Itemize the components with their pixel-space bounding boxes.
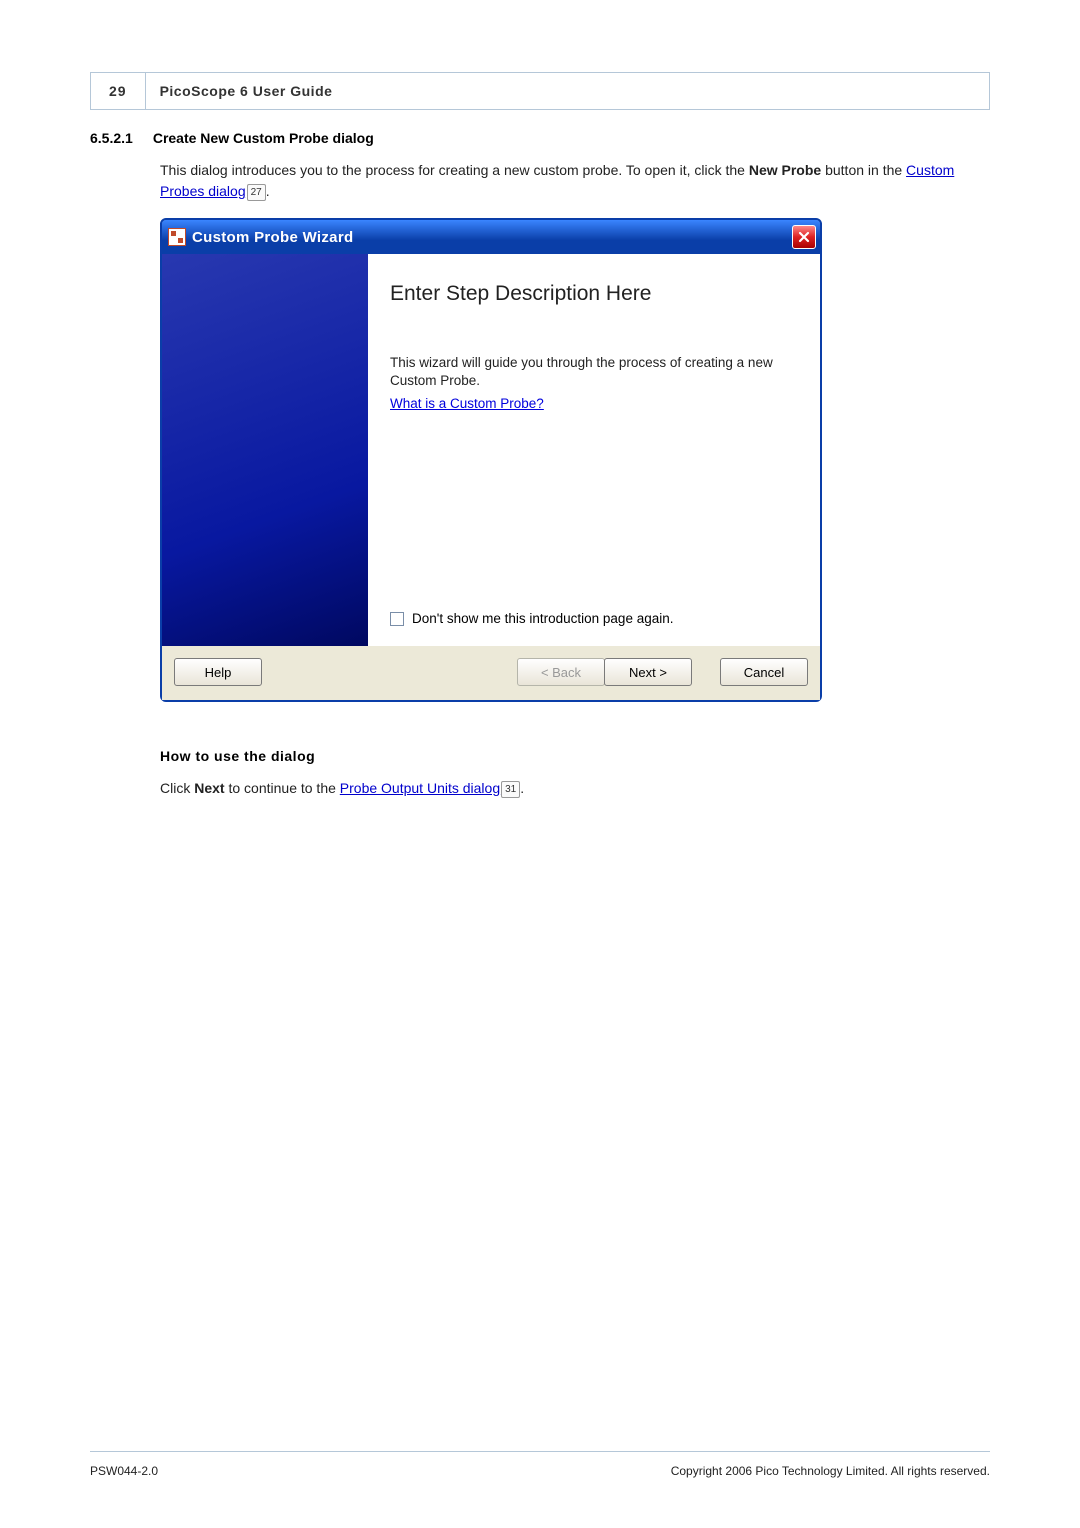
step-title: Enter Step Description Here	[390, 282, 798, 306]
dont-show-checkbox[interactable]	[390, 612, 404, 626]
new-probe-bold: New Probe	[749, 162, 821, 178]
section-title: Create New Custom Probe dialog	[153, 130, 374, 146]
next-bold: Next	[194, 780, 224, 796]
help-button[interactable]: Help	[174, 658, 262, 686]
footer-copyright: Copyright 2006 Pico Technology Limited. …	[671, 1464, 990, 1478]
dialog-titlebar: Custom Probe Wizard	[162, 220, 820, 254]
app-icon	[168, 228, 186, 246]
section-number: 6.5.2.1	[90, 130, 133, 146]
close-icon	[798, 231, 810, 243]
wizard-footer: Help < Back Next > Cancel	[162, 646, 820, 700]
dont-show-label: Don't show me this introduction page aga…	[412, 611, 673, 626]
next-button[interactable]: Next >	[604, 658, 692, 686]
page-ref-31: 31	[501, 781, 520, 798]
howto-paragraph: Click Next to continue to the Probe Outp…	[160, 778, 990, 799]
close-button[interactable]	[792, 225, 816, 249]
back-button: < Back	[517, 658, 605, 686]
wizard-description: This wizard will guide you through the p…	[390, 354, 798, 390]
doc-title: PicoScope 6 User Guide	[146, 73, 347, 109]
cancel-button[interactable]: Cancel	[720, 658, 808, 686]
custom-probe-wizard-dialog: Custom Probe Wizard Enter Step Descripti…	[160, 218, 822, 702]
footer-doc-id: PSW044-2.0	[90, 1464, 158, 1478]
page-footer: PSW044-2.0 Copyright 2006 Pico Technolog…	[90, 1451, 990, 1478]
page-ref-27: 27	[247, 184, 266, 201]
what-is-custom-probe-link[interactable]: What is a Custom Probe?	[390, 396, 798, 411]
how-to-heading: How to use the dialog	[160, 748, 990, 764]
header-bar: 29 PicoScope 6 User Guide	[90, 72, 990, 110]
page-number: 29	[91, 73, 146, 109]
wizard-content: Enter Step Description Here This wizard …	[368, 254, 820, 646]
dont-show-row: Don't show me this introduction page aga…	[390, 611, 798, 626]
intro-paragraph: This dialog introduces you to the proces…	[160, 160, 990, 202]
section-heading: 6.5.2.1 Create New Custom Probe dialog	[90, 130, 990, 146]
wizard-body: Enter Step Description Here This wizard …	[162, 254, 820, 646]
probe-output-units-link[interactable]: Probe Output Units dialog	[340, 780, 500, 796]
wizard-sidebar-image	[162, 254, 368, 646]
dialog-title: Custom Probe Wizard	[192, 229, 792, 246]
